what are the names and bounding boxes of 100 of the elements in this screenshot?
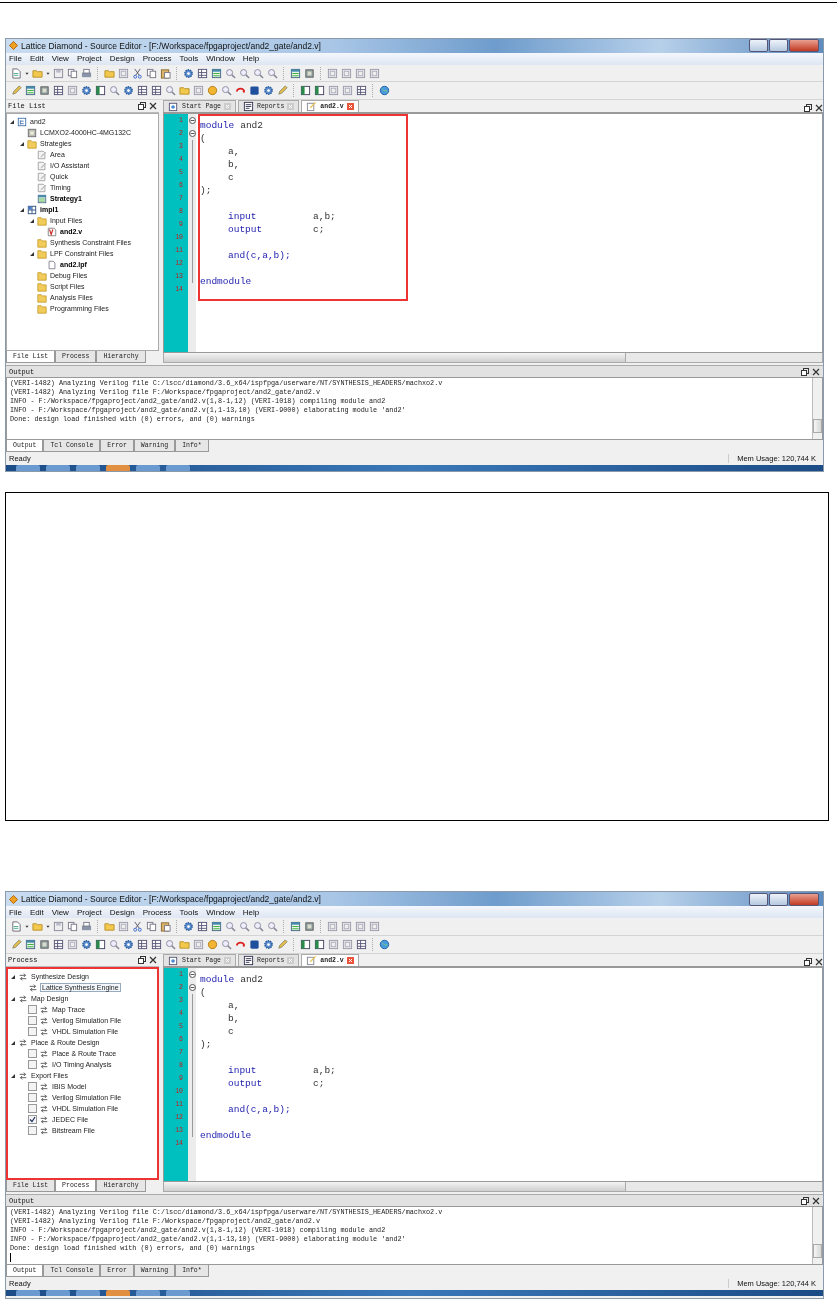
- chip-icon[interactable]: [39, 85, 50, 97]
- menu-item[interactable]: Help: [242, 907, 260, 917]
- clipboard-icon[interactable]: [160, 921, 171, 932]
- folder-icon[interactable]: [179, 939, 190, 950]
- horizontal-scrollbar[interactable]: [163, 1182, 823, 1192]
- fold-icon[interactable]: [188, 117, 196, 125]
- magnifier-icon[interactable]: [253, 921, 264, 932]
- menu-item[interactable]: Project: [76, 907, 102, 917]
- window-icon[interactable]: [327, 67, 338, 79]
- close-button[interactable]: [789, 39, 819, 53]
- clipboard-icon[interactable]: [160, 67, 171, 79]
- vertical-scrollbar[interactable]: [812, 1207, 822, 1264]
- menu-item[interactable]: Design: [109, 907, 135, 917]
- panel-icon[interactable]: [300, 939, 311, 950]
- vertical-scrollbar[interactable]: [812, 378, 822, 440]
- close-icon[interactable]: [812, 1196, 820, 1205]
- float-icon[interactable]: [801, 367, 809, 376]
- copy-icon[interactable]: [67, 921, 78, 932]
- printer-icon[interactable]: [81, 67, 92, 79]
- gear-icon[interactable]: [263, 939, 274, 950]
- scissors-icon[interactable]: [132, 67, 143, 79]
- menu-item[interactable]: Tools: [179, 907, 199, 917]
- window-icon[interactable]: [369, 67, 380, 79]
- menu-item[interactable]: View: [51, 54, 69, 64]
- menu-item[interactable]: Process: [142, 54, 172, 64]
- grid-icon[interactable]: [197, 921, 208, 932]
- expand-arrow-icon[interactable]: [9, 118, 15, 125]
- ball-icon[interactable]: [207, 939, 218, 950]
- menu-item[interactable]: Window: [206, 907, 235, 917]
- menu-item[interactable]: View: [51, 907, 69, 917]
- panel-icon[interactable]: [300, 85, 311, 97]
- grid-icon[interactable]: [356, 85, 367, 97]
- checkbox[interactable]: [28, 1126, 37, 1135]
- maximize-button[interactable]: [769, 39, 788, 53]
- table-icon[interactable]: [25, 85, 36, 97]
- expand-arrow-icon[interactable]: [29, 250, 35, 257]
- chip-icon[interactable]: [39, 939, 50, 950]
- menu-item[interactable]: Project: [76, 54, 102, 64]
- pencil-icon[interactable]: [277, 939, 288, 950]
- magnifier-icon[interactable]: [221, 85, 232, 97]
- table-icon[interactable]: [290, 67, 301, 79]
- close-icon[interactable]: [149, 956, 157, 964]
- magnifier-icon[interactable]: [267, 67, 278, 79]
- grid-icon[interactable]: [151, 85, 162, 97]
- window-icon[interactable]: [341, 921, 352, 932]
- copy-icon[interactable]: [146, 921, 157, 932]
- gear-icon[interactable]: [183, 921, 194, 932]
- square-icon[interactable]: [249, 939, 260, 950]
- magnifier-icon[interactable]: [239, 67, 250, 79]
- menu-item[interactable]: Edit: [29, 54, 44, 64]
- close-icon[interactable]: [815, 104, 823, 113]
- menu-item[interactable]: Design: [109, 54, 135, 64]
- expand-arrow-icon[interactable]: [10, 973, 16, 980]
- menu-item[interactable]: Edit: [29, 907, 44, 917]
- window-icon[interactable]: [327, 921, 338, 932]
- window-icon[interactable]: [118, 921, 129, 932]
- globe-icon[interactable]: [379, 939, 390, 950]
- menu-item[interactable]: Tools: [179, 54, 199, 64]
- checkbox[interactable]: [28, 1016, 37, 1025]
- pencil-icon[interactable]: [277, 85, 288, 97]
- magnifier-icon[interactable]: [225, 921, 236, 932]
- copy-icon[interactable]: [146, 67, 157, 79]
- grid-icon[interactable]: [137, 85, 148, 97]
- ball-icon[interactable]: [207, 85, 218, 97]
- float-icon[interactable]: [804, 104, 812, 113]
- magnifier-icon[interactable]: [267, 921, 278, 932]
- table-icon[interactable]: [211, 67, 222, 79]
- window-icon[interactable]: [118, 67, 129, 79]
- minimize-button[interactable]: [749, 39, 768, 53]
- float-icon[interactable]: [138, 956, 146, 964]
- close-button[interactable]: [789, 892, 819, 906]
- fold-icon[interactable]: [188, 130, 196, 138]
- checkbox[interactable]: [28, 1027, 37, 1036]
- checkbox[interactable]: [28, 1115, 37, 1124]
- menu-item[interactable]: Help: [242, 54, 260, 64]
- maximize-button[interactable]: [769, 892, 788, 906]
- panel-icon[interactable]: [314, 939, 325, 950]
- close-icon[interactable]: [149, 102, 157, 111]
- curved-arrow-icon[interactable]: [235, 939, 246, 950]
- chip-icon[interactable]: [304, 67, 315, 79]
- expand-arrow-icon[interactable]: [10, 1039, 16, 1046]
- globe-icon[interactable]: [379, 85, 390, 97]
- close-icon[interactable]: [815, 958, 823, 966]
- expand-arrow-icon[interactable]: [19, 140, 25, 147]
- expand-arrow-icon[interactable]: [10, 995, 16, 1002]
- grid-icon[interactable]: [151, 939, 162, 950]
- window-icon[interactable]: [193, 939, 204, 950]
- fold-icon[interactable]: [188, 984, 196, 991]
- window-icon[interactable]: [355, 921, 366, 932]
- printer-icon[interactable]: [81, 921, 92, 932]
- pencil-icon[interactable]: [11, 939, 22, 950]
- table-icon[interactable]: [211, 921, 222, 932]
- menu-item[interactable]: Process: [142, 907, 172, 917]
- scissors-icon[interactable]: [132, 921, 143, 932]
- float-icon[interactable]: [804, 958, 812, 966]
- pencil-icon[interactable]: [11, 85, 22, 97]
- expand-arrow-icon[interactable]: [10, 1072, 16, 1079]
- fold-icon[interactable]: [188, 971, 196, 978]
- horizontal-scrollbar[interactable]: [163, 353, 823, 364]
- checkbox[interactable]: [28, 1104, 37, 1113]
